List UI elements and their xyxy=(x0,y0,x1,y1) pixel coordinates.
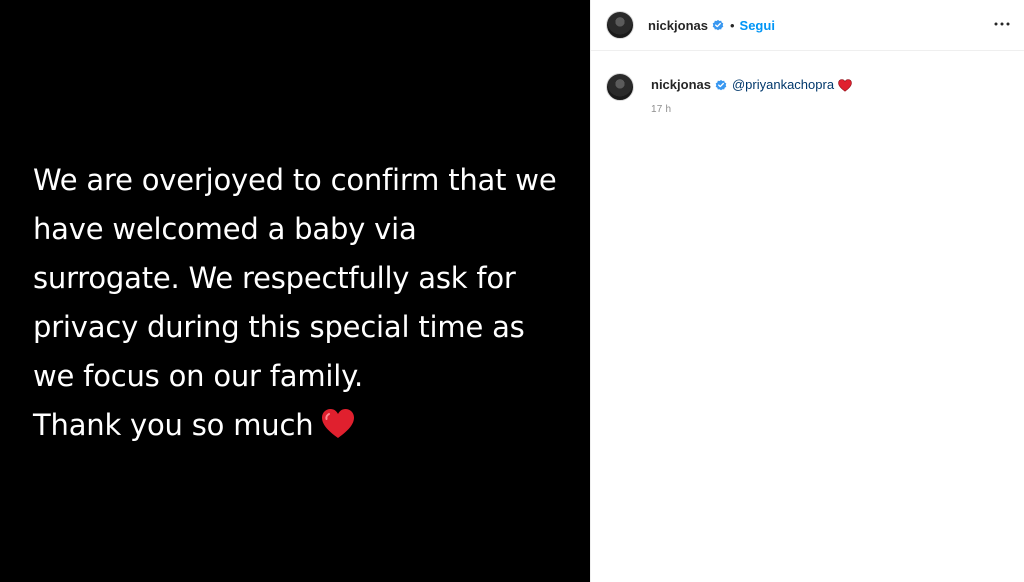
instagram-post-view: We are overjoyed to confirm that we have… xyxy=(0,0,1024,582)
header-username[interactable]: nickjonas xyxy=(648,18,708,33)
verified-badge-icon xyxy=(715,79,727,91)
avatar[interactable] xyxy=(606,11,634,39)
post-image-text: We are overjoyed to confirm that we have… xyxy=(33,156,573,455)
post-text-line-6-text: Thank you so much xyxy=(33,408,314,442)
post-text-line-3: surrogate. We respectfully ask for xyxy=(33,261,516,295)
more-options-icon[interactable] xyxy=(992,14,1012,34)
caption-body: nickjonas @priyankachopra 17 h xyxy=(651,73,852,115)
caption-line: nickjonas @priyankachopra xyxy=(651,76,852,94)
separator-dot: • xyxy=(729,17,735,33)
caption-avatar[interactable] xyxy=(606,73,634,101)
post-image[interactable]: We are overjoyed to confirm that we have… xyxy=(0,0,590,582)
post-text-line-1: We are overjoyed to confirm that we xyxy=(33,163,557,197)
red-heart-icon xyxy=(321,406,355,455)
post-header: nickjonas • Segui xyxy=(591,0,1024,51)
post-text-line-5: we focus on our family. xyxy=(33,359,363,393)
post-sidebar: nickjonas • Segui nickjonas @priyankacho… xyxy=(590,0,1024,582)
post-caption: nickjonas @priyankachopra 17 h xyxy=(591,51,1024,115)
post-text-line-4: privacy during this special time as xyxy=(33,310,525,344)
caption-mention-link[interactable]: @priyankachopra xyxy=(732,76,834,94)
verified-badge-icon xyxy=(712,19,724,31)
post-text-line-6: Thank you so much xyxy=(33,401,573,455)
follow-button[interactable]: Segui xyxy=(740,18,775,33)
post-timestamp[interactable]: 17 h xyxy=(651,104,852,115)
red-heart-icon xyxy=(838,78,852,92)
caption-username[interactable]: nickjonas xyxy=(651,76,711,94)
post-text-line-2: have welcomed a baby via xyxy=(33,212,417,246)
